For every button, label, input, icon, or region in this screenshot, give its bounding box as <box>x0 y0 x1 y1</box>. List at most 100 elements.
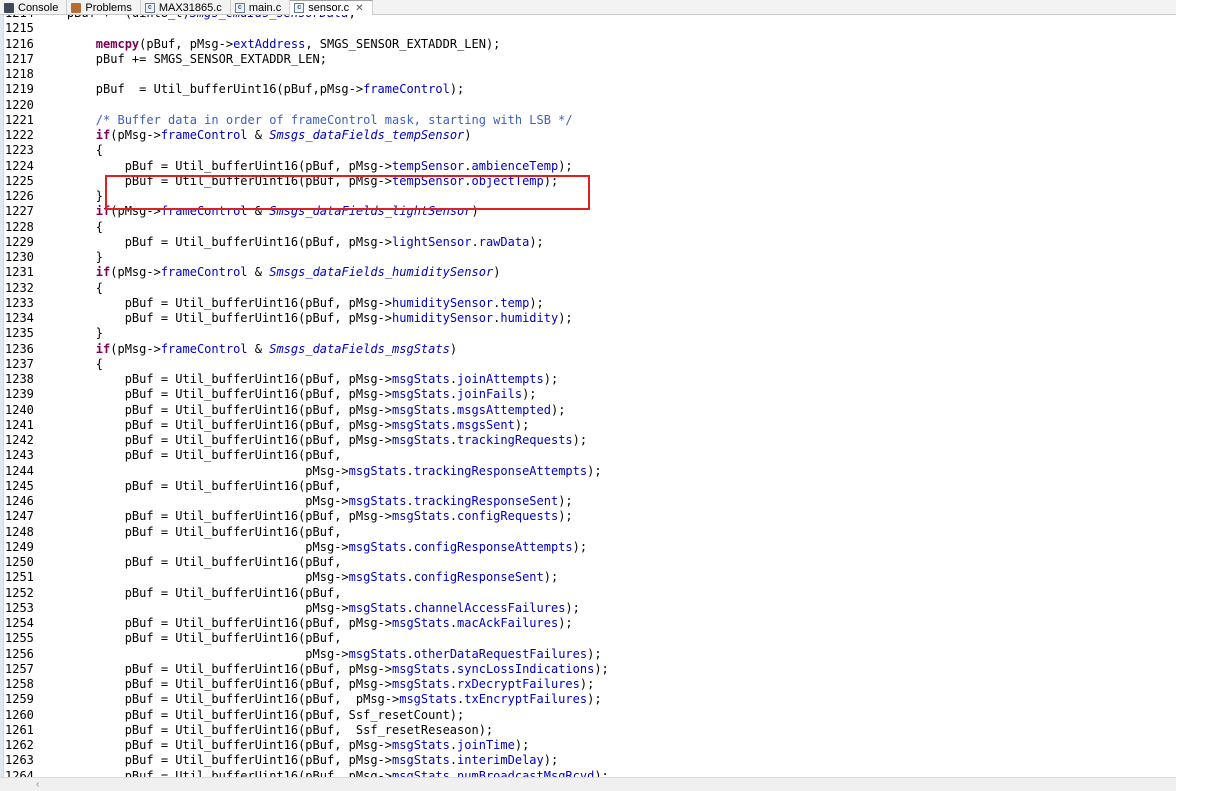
code-text: pMsg->msgStats.otherDataRequestFailures)… <box>38 646 602 661</box>
code-editor[interactable]: 1214 pBuf += (uint8_t)Smgs_cmdIds_sensor… <box>0 15 1176 777</box>
code-line: 1233 pBuf = Util_bufferUint16(pBuf, pMsg… <box>5 296 609 311</box>
code-text: pBuf = Util_bufferUint16(pBuf, pMsg->tem… <box>38 158 573 173</box>
line-number: 1230 <box>5 250 34 264</box>
code-text: pBuf += (uint8_t)Smgs_cmdIds_sensorData; <box>38 15 356 20</box>
editor-gutter <box>0 15 4 777</box>
code-text: pBuf = Util_bufferUint16(pBuf, <box>38 524 342 539</box>
tab-max31865-c[interactable]: c MAX31865.c <box>141 0 231 15</box>
code-text: pBuf = Util_bufferUint16(pBuf, pMsg->msg… <box>38 692 602 707</box>
line-number: 1262 <box>5 738 34 752</box>
line-number: 1257 <box>5 661 34 676</box>
line-number: 1224 <box>5 158 34 173</box>
line-number: 1217 <box>5 51 34 66</box>
c-file-icon: c <box>294 3 305 13</box>
code-line: 1248 pBuf = Util_bufferUint16(pBuf, <box>5 525 609 540</box>
code-line: 1231 if(pMsg->frameControl & Smsgs_dataF… <box>5 265 609 280</box>
c-file-icon: c <box>144 2 155 13</box>
code-line: 1230 } <box>5 250 609 265</box>
line-number: 1234 <box>5 311 34 325</box>
code-line: 1216 memcpy(pBuf, pMsg->extAddress, SMGS… <box>5 37 609 52</box>
code-line: 1264 pBuf = Util_bufferUint16(pBuf, pMsg… <box>5 769 609 778</box>
line-number: 1216 <box>5 36 34 51</box>
line-number: 1248 <box>5 524 34 539</box>
code-text: pBuf = Util_bufferUint16(pBuf, <box>38 478 342 493</box>
line-number: 1250 <box>5 555 34 569</box>
tab-label: sensor.c <box>308 2 350 14</box>
code-line: 1257 pBuf = Util_bufferUint16(pBuf, pMsg… <box>5 662 609 677</box>
horizontal-scrollbar[interactable]: ‹ <box>0 777 1176 791</box>
code-line: 1234 pBuf = Util_bufferUint16(pBuf, pMsg… <box>5 311 609 326</box>
code-line: 1252 pBuf = Util_bufferUint16(pBuf, <box>5 586 609 601</box>
code-line: 1254 pBuf = Util_bufferUint16(pBuf, pMsg… <box>5 616 609 631</box>
code-line: 1228 { <box>5 220 609 235</box>
line-number: 1227 <box>5 204 34 219</box>
close-tab-icon[interactable]: ✕ <box>355 3 363 14</box>
line-number: 1226 <box>5 189 34 203</box>
scroll-left-icon[interactable]: ‹ <box>36 779 39 790</box>
code-text: pMsg->msgStats.channelAccessFailures); <box>38 600 580 615</box>
code-text: pBuf = Util_bufferUint16(pBuf, <box>38 585 342 600</box>
code-line: 1253 pMsg->msgStats.channelAccessFailure… <box>5 601 609 616</box>
line-number: 1260 <box>5 707 34 722</box>
code-line: 1223 { <box>5 143 609 158</box>
code-line: 1245 pBuf = Util_bufferUint16(pBuf, <box>5 479 609 494</box>
line-number: 1235 <box>5 326 34 341</box>
code-line: 1262 pBuf = Util_bufferUint16(pBuf, pMsg… <box>5 738 609 753</box>
code-line: 1229 pBuf = Util_bufferUint16(pBuf, pMsg… <box>5 235 609 250</box>
line-number: 1247 <box>5 509 34 524</box>
line-number: 1249 <box>5 539 34 554</box>
line-number: 1241 <box>5 417 34 432</box>
line-number: 1253 <box>5 600 34 615</box>
line-number: 1239 <box>5 387 34 402</box>
line-number: 1244 <box>5 463 34 478</box>
code-line: 1226 } <box>5 189 609 204</box>
line-number: 1242 <box>5 433 34 447</box>
line-number: 1258 <box>5 677 34 691</box>
code-line: 1246 pMsg->msgStats.trackingResponseSent… <box>5 494 609 509</box>
right-margin <box>1176 0 1230 791</box>
code-text: pMsg->msgStats.configResponseAttempts); <box>38 539 588 554</box>
tab-label: MAX31865.c <box>158 1 222 14</box>
line-number: 1220 <box>5 97 34 112</box>
code-line: 1236 if(pMsg->frameControl & Smsgs_dataF… <box>5 342 609 357</box>
tab-main-c[interactable]: c main.c <box>231 0 291 15</box>
line-number: 1229 <box>5 234 34 249</box>
code-line: 1239 pBuf = Util_bufferUint16(pBuf, pMsg… <box>5 387 609 402</box>
line-number: 1223 <box>5 143 34 158</box>
line-number: 1231 <box>5 265 34 280</box>
code-line: 1224 pBuf = Util_bufferUint16(pBuf, pMsg… <box>5 159 609 174</box>
line-number: 1261 <box>5 722 34 737</box>
code-line: 1217 pBuf += SMGS_SENSOR_EXTADDR_LEN; <box>5 52 609 67</box>
code-text: /* Buffer data in order of frameControl … <box>95 112 573 127</box>
code-line: 1261 pBuf = Util_bufferUint16(pBuf, Ssf_… <box>5 723 609 738</box>
line-number: 1245 <box>5 478 34 493</box>
code-lines: 1214 pBuf += (uint8_t)Smgs_cmdIds_sensor… <box>5 15 609 777</box>
code-line: 1237 { <box>5 357 609 372</box>
tab-sensor-c[interactable]: c sensor.c ✕ <box>290 0 373 15</box>
code-text: pBuf = Util_bufferUint16(pBuf, pMsg->msg… <box>38 753 559 768</box>
code-text: pBuf = Util_bufferUint16(pBuf, pMsg->msg… <box>38 677 595 691</box>
code-line: 1241 pBuf = Util_bufferUint16(pBuf, pMsg… <box>5 418 609 433</box>
code-text: pBuf = Util_bufferUint16(pBuf, pMsg->msg… <box>38 402 566 417</box>
code-text: pBuf = Util_bufferUint16(pBuf, pMsg->msg… <box>38 768 609 778</box>
code-text: pBuf = Util_bufferUint16(pBuf, Ssf_reset… <box>38 722 494 737</box>
line-number: 1259 <box>5 692 34 707</box>
editor-tab-bar: Console Problems c MAX31865.c c main.c c sensor… <box>0 0 1176 15</box>
code-text: pBuf += SMGS_SENSOR_EXTADDR_LEN; <box>38 51 327 66</box>
code-line: 1259 pBuf = Util_bufferUint16(pBuf, pMsg… <box>5 692 609 707</box>
line-number: 1263 <box>5 753 34 768</box>
tab-console[interactable]: Console <box>0 0 68 15</box>
code-line: 1227 if(pMsg->frameControl & Smsgs_dataF… <box>5 204 609 219</box>
line-number: 1233 <box>5 295 34 310</box>
tab-problems[interactable]: Problems <box>67 0 141 15</box>
line-number: 1225 <box>5 173 34 188</box>
code-line: 1260 pBuf = Util_bufferUint16(pBuf, Ssf_… <box>5 708 609 723</box>
code-line: 1250 pBuf = Util_bufferUint16(pBuf, <box>5 555 609 570</box>
code-text: pMsg->msgStats.configResponseSent); <box>38 570 559 585</box>
code-text: } <box>38 189 104 203</box>
code-text: pBuf = Util_bufferUint16(pBuf, pMsg->tem… <box>38 173 559 188</box>
line-number: 1256 <box>5 646 34 661</box>
code-text: pBuf = Util_bufferUint16(pBuf, pMsg->msg… <box>38 387 537 402</box>
tab-label: Console <box>18 1 59 14</box>
code-text: pBuf = Util_bufferUint16(pBuf, pMsg->msg… <box>38 509 573 524</box>
